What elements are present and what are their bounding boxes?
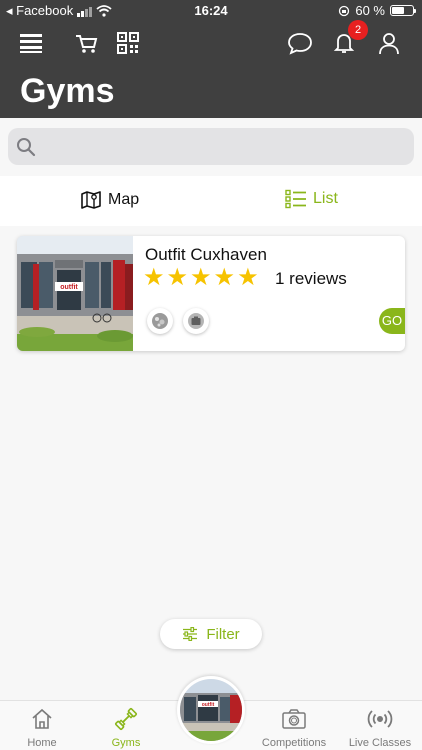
- list-view-button[interactable]: List: [285, 189, 338, 209]
- dumbbell-icon: [115, 708, 137, 730]
- gym-card[interactable]: outfit Outfit Cuxhaven ★ ★ ★ ★ ★ 1 reviews G…: [17, 236, 405, 351]
- map-icon: [81, 191, 101, 209]
- center-gym-button[interactable]: outfit: [177, 676, 245, 744]
- search-input[interactable]: [46, 128, 406, 165]
- nav-live-classes-label: Live Classes: [348, 737, 412, 749]
- star-icon: ★: [190, 264, 212, 291]
- nav-home-label: Home: [27, 737, 57, 749]
- nav-gyms[interactable]: Gyms: [84, 707, 168, 749]
- filter-button[interactable]: Filter: [160, 619, 262, 649]
- gym-name: Outfit Cuxhaven: [145, 245, 267, 264]
- center-gym-photo: outfit: [180, 679, 242, 741]
- star-rating: ★ ★ ★ ★ ★: [143, 266, 259, 290]
- status-bar: ◂ Facebook 16:24 60 %: [0, 0, 422, 22]
- qr-code-icon[interactable]: [115, 30, 141, 56]
- gym-photo: outfit: [17, 236, 133, 351]
- list-view-label: List: [313, 190, 338, 207]
- map-view-button[interactable]: Map: [80, 189, 139, 211]
- battery-icon: [390, 5, 416, 16]
- nav-competitions[interactable]: Competitions: [252, 707, 336, 749]
- nav-live-classes[interactable]: Live Classes: [338, 707, 422, 749]
- home-icon: [32, 708, 52, 729]
- battery-percent: 60 %: [355, 3, 385, 18]
- amenity-icon-2: [183, 308, 209, 334]
- sauna-icon: [152, 313, 168, 329]
- filter-label: Filter: [206, 625, 240, 643]
- broadcast-icon: [367, 710, 393, 728]
- cart-icon[interactable]: [73, 30, 99, 56]
- view-toggle: Map List: [0, 176, 422, 226]
- center-sign-text: outfit: [202, 702, 215, 708]
- star-icon: ★: [213, 264, 236, 291]
- nav-gyms-label: Gyms: [111, 737, 141, 749]
- search-bar[interactable]: [8, 128, 414, 165]
- search-icon: [17, 138, 36, 157]
- notification-badge: 2: [348, 20, 368, 40]
- filter-sliders-icon: [183, 627, 198, 641]
- menu-icon[interactable]: [18, 30, 44, 56]
- battery-level: [392, 7, 404, 14]
- nav-competitions-label: Competitions: [261, 737, 327, 749]
- amenity-icon-1: [147, 308, 173, 334]
- star-icon: ★: [166, 264, 189, 291]
- page-title: Gyms: [20, 72, 115, 110]
- map-view-label: Map: [108, 191, 140, 208]
- locker-icon: [188, 313, 204, 329]
- app-header: 2 Gyms: [0, 20, 422, 118]
- orientation-lock-icon: [339, 5, 350, 16]
- nav-home[interactable]: Home: [0, 707, 84, 749]
- user-profile-icon[interactable]: [376, 30, 402, 56]
- star-icon: ★: [237, 264, 259, 291]
- review-count: 1 reviews: [275, 269, 347, 288]
- chat-icon[interactable]: [287, 30, 313, 56]
- star-icon: ★: [143, 264, 165, 291]
- status-right: 60 %: [338, 3, 416, 18]
- go-button[interactable]: GO: [379, 308, 405, 334]
- list-icon: [285, 189, 306, 209]
- camera-icon: [282, 709, 306, 729]
- gym-sign-text: outfit: [60, 284, 78, 291]
